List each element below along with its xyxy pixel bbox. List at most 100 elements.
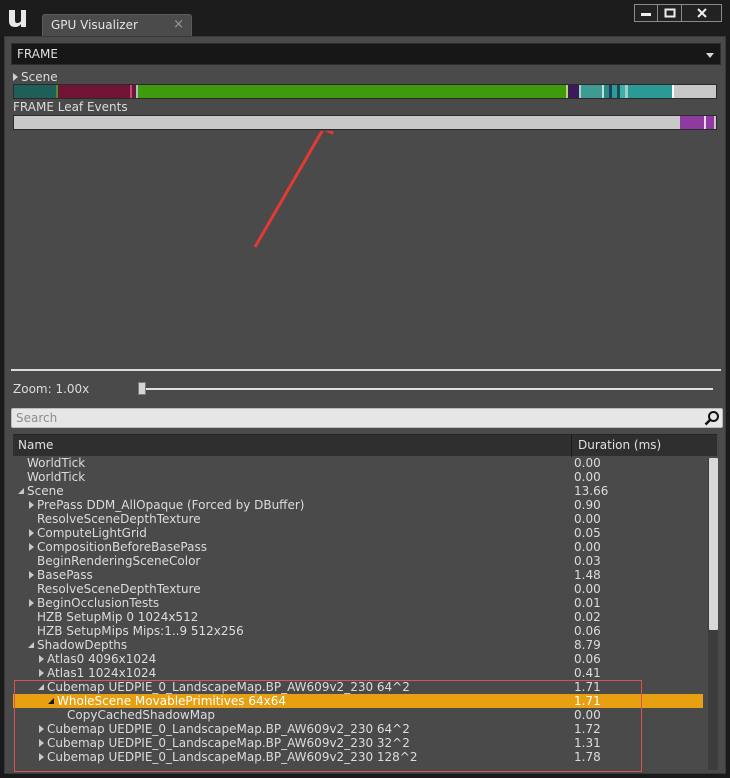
expand-arrow-icon[interactable] — [37, 750, 47, 764]
collapse-arrow-icon[interactable] — [27, 638, 37, 652]
search-icon[interactable] — [704, 410, 720, 426]
window-controls — [634, 4, 722, 22]
annotation-arrow-icon — [253, 131, 334, 248]
row-duration: 0.00 — [574, 582, 601, 596]
expand-arrow-icon[interactable] — [27, 498, 37, 512]
table-row[interactable]: Cubemap UEDPIE_0_LandscapeMap.BP_AW609v2… — [13, 722, 703, 736]
table-row[interactable]: HZB SetupMips Mips:1..9 512x256 0.06 — [13, 624, 703, 638]
row-name: Scene — [17, 484, 64, 498]
row-name-text: CompositionBeforeBasePass — [37, 540, 207, 554]
table-row[interactable]: ShadowDepths 8.79 — [13, 638, 703, 652]
table-row[interactable]: WorldTick 0.00 — [13, 470, 703, 484]
row-name-text: Cubemap UEDPIE_0_LandscapeMap.BP_AW609v2… — [47, 722, 410, 736]
row-name-text: Cubemap UEDPIE_0_LandscapeMap.BP_AW609v2… — [47, 736, 410, 750]
row-duration: 0.01 — [574, 596, 601, 610]
table-row[interactable]: PrePass DDM_AllOpaque (Forced by DBuffer… — [13, 498, 703, 512]
frame-select[interactable]: FRAME — [11, 43, 721, 65]
collapse-arrow-icon[interactable] — [17, 484, 27, 498]
timeline-segment[interactable] — [628, 85, 672, 98]
splitter[interactable] — [11, 369, 721, 371]
column-divider[interactable] — [571, 435, 572, 457]
expand-arrow-icon[interactable] — [37, 722, 47, 736]
column-header-duration[interactable]: Duration (ms) — [578, 438, 661, 452]
search-box[interactable] — [11, 408, 723, 428]
timeline-segment[interactable] — [706, 116, 714, 129]
table-row-selected[interactable]: WholeScene MovablePrimitives 64x64 1.71 — [13, 694, 703, 708]
row-duration: 13.66 — [574, 484, 609, 498]
row-name-text: HZB SetupMip 0 1024x512 — [37, 610, 199, 624]
row-duration: 0.00 — [574, 708, 601, 722]
expand-arrow-icon[interactable] — [37, 652, 47, 666]
table-row[interactable]: Cubemap UEDPIE_0_LandscapeMap.BP_AW609v2… — [13, 736, 703, 750]
close-button[interactable] — [682, 4, 722, 22]
timeline-segment[interactable] — [58, 85, 130, 98]
timeline-segment[interactable] — [674, 85, 710, 98]
expand-arrow-icon[interactable] — [27, 526, 37, 540]
timeline-segment[interactable] — [680, 116, 704, 129]
search-input[interactable] — [16, 410, 696, 426]
table-row[interactable]: Cubemap UEDPIE_0_LandscapeMap.BP_AW609v2… — [13, 680, 703, 694]
chevron-down-icon — [706, 53, 714, 58]
table-row[interactable]: CopyCachedShadowMap 0.00 — [13, 708, 703, 722]
expand-arrow-icon[interactable] — [27, 540, 37, 554]
table-row[interactable]: ResolveSceneDepthTexture 0.00 — [13, 512, 703, 526]
expand-arrow-icon[interactable] — [37, 666, 47, 680]
row-name-text: CopyCachedShadowMap — [67, 708, 216, 722]
timeline-segment[interactable] — [568, 85, 579, 98]
row-name: Atlas0 4096x1024 — [37, 652, 156, 666]
row-duration: 1.78 — [574, 750, 601, 764]
table-row[interactable]: Atlas1 1024x1024 0.41 — [13, 666, 703, 680]
scene-track-label[interactable]: Scene — [13, 70, 58, 84]
table-row[interactable]: Atlas0 4096x1024 0.06 — [13, 652, 703, 666]
expand-arrow-icon[interactable] — [37, 736, 47, 750]
title-bar: GPU Visualizer × — [0, 0, 730, 36]
row-name-text: ResolveSceneDepthTexture — [37, 512, 201, 526]
timeline-segment[interactable] — [581, 85, 602, 98]
tab-gpu-visualizer[interactable]: GPU Visualizer × — [42, 14, 192, 36]
row-duration: 0.03 — [574, 554, 601, 568]
row-duration: 8.79 — [574, 638, 601, 652]
close-icon — [696, 8, 707, 18]
expand-arrow-icon[interactable] — [27, 596, 37, 610]
zoom-slider-track[interactable] — [139, 388, 713, 390]
scrollbar-thumb[interactable] — [709, 458, 718, 630]
timeline-segment[interactable] — [14, 85, 56, 98]
row-name-text: ResolveSceneDepthTexture — [37, 582, 201, 596]
row-name: ResolveSceneDepthTexture — [27, 582, 201, 596]
table-row[interactable]: ResolveSceneDepthTexture 0.00 — [13, 582, 703, 596]
tab-close-icon[interactable]: × — [173, 17, 184, 32]
table-row[interactable]: Scene 13.66 — [13, 484, 703, 498]
table-row[interactable]: Cubemap UEDPIE_0_LandscapeMap.BP_AW609v2… — [13, 750, 703, 764]
maximize-button[interactable] — [658, 4, 682, 22]
timeline-segment[interactable] — [14, 116, 680, 129]
table-row[interactable]: BeginOcclusionTests 0.01 — [13, 596, 703, 610]
collapse-arrow-icon[interactable] — [37, 680, 47, 694]
row-duration: 1.71 — [574, 680, 601, 694]
table-row[interactable]: BasePass 1.48 — [13, 568, 703, 582]
table-row[interactable]: HZB SetupMip 0 1024x512 0.02 — [13, 610, 703, 624]
row-name: ShadowDepths — [27, 638, 127, 652]
row-name-text: ShadowDepths — [37, 638, 128, 652]
leaf-events-timeline-bar[interactable] — [13, 115, 717, 130]
row-duration: 0.06 — [574, 624, 601, 638]
table-row[interactable]: ComputeLightGrid 0.05 — [13, 526, 703, 540]
timeline-segment[interactable] — [138, 85, 566, 98]
column-header-name[interactable]: Name — [18, 438, 53, 452]
row-name-text: Scene — [27, 484, 64, 498]
zoom-slider-handle[interactable] — [138, 382, 146, 395]
table-row[interactable]: CompositionBeforeBasePass 0.00 — [13, 540, 703, 554]
table-row[interactable]: WorldTick 0.00 — [13, 456, 703, 470]
row-name-text: BasePass — [37, 568, 93, 582]
row-name-text: WorldTick — [27, 456, 86, 470]
scene-track-label-text: Scene — [21, 70, 58, 84]
scene-timeline-bar[interactable] — [13, 84, 717, 99]
expand-arrow-icon[interactable] — [27, 568, 37, 582]
table-row[interactable]: BeginRenderingSceneColor 0.03 — [13, 554, 703, 568]
row-name: Atlas1 1024x1024 — [37, 666, 156, 680]
row-duration: 1.48 — [574, 568, 601, 582]
row-duration: 0.02 — [574, 610, 601, 624]
minimize-button[interactable] — [634, 4, 658, 22]
collapse-arrow-icon[interactable] — [47, 694, 57, 708]
